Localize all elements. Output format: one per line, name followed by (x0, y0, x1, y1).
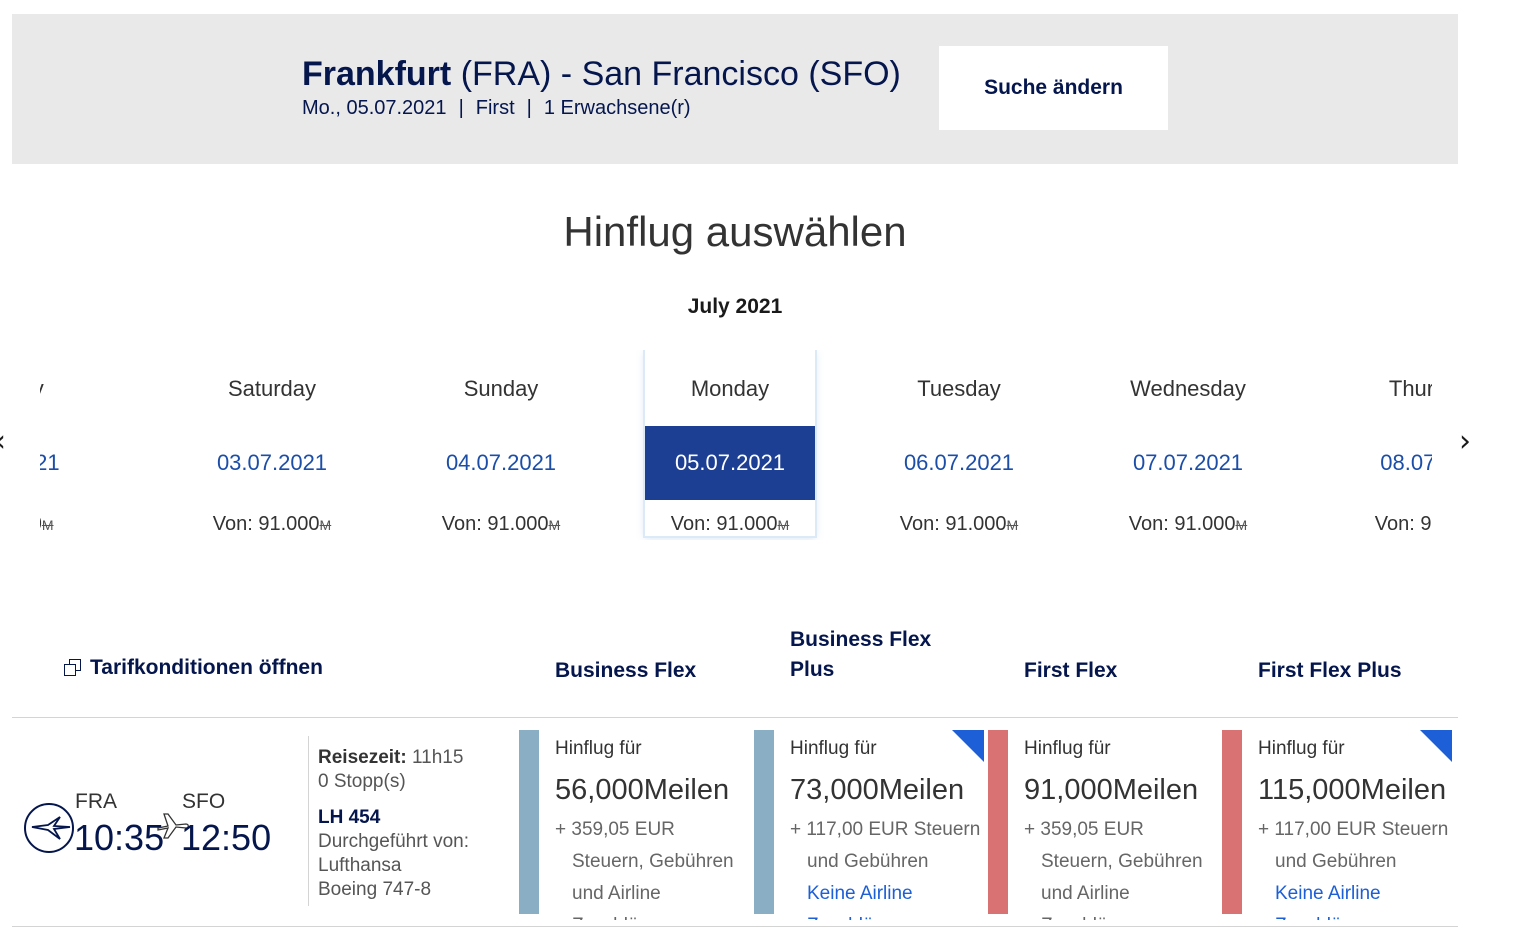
stops: 0 Stopp(s) (318, 771, 406, 792)
fare-miles: 73,000Meilen (790, 774, 965, 806)
departure-airport: FRA (75, 790, 117, 813)
origin-city: Frankfurt (302, 55, 452, 93)
recommended-corner-icon (1420, 730, 1452, 764)
day-name: Monday (690, 376, 770, 401)
miles-unit: M (41, 517, 54, 533)
route-meta: Mo., 05.07.2021 | First | 1 Erwachsene(r) (302, 97, 691, 119)
day-name: Sunday (463, 376, 539, 401)
fare-option[interactable]: Hinflug für 73,000Meilen + 117,00 EUR Steu… (754, 730, 984, 920)
fare-option[interactable]: Hinflug für 115,000Meilen + 117,00 EUR Ste… (1222, 730, 1452, 920)
flight-number[interactable]: LH 454 (318, 806, 469, 830)
day-name: Tuesday (917, 376, 1001, 401)
day-name: Saturday (227, 376, 317, 401)
miles-unit: M (1235, 517, 1248, 533)
flight-info: Reisezeit: 11h15 0 Stopp(s) LH 454 Durch… (318, 746, 469, 902)
destination: San Francisco (SFO) (581, 55, 901, 93)
day-date: 08.07.2 (1380, 450, 1432, 475)
fare-taxes: + 359,05 EUR Steuern, Gebühren und Airline… (555, 819, 734, 920)
lufthansa-crane-icon (24, 803, 74, 853)
day-date: 7.2021 (40, 450, 60, 475)
month-label: July 2021 (687, 295, 783, 318)
route-title: Frankfurt (FRA) - San Francisco (SFO) (302, 54, 901, 94)
day-option[interactable]: Saturday 03.07.2021 Von: 91.000M (187, 350, 357, 536)
day-price: Von: 91.000M (441, 513, 561, 535)
day-price: Von: 91.000M (670, 513, 790, 535)
fare-taxes: + 117,00 EUR Steuern und Gebühren Keine Ai… (790, 819, 981, 920)
day-track: day 7.2021 l.000M Saturday 03.07.2021 Von: 91… (40, 350, 1432, 540)
miles-unit: M (548, 517, 561, 533)
search-cabin: First (475, 97, 515, 119)
fare-color-bar (1222, 730, 1242, 914)
fare-miles: 115,000Meilen (1258, 774, 1447, 806)
day-option[interactable]: Monday 05.07.2021 Von: 91.000M (645, 350, 815, 536)
recommended-corner-icon (952, 730, 984, 764)
day-name: day (40, 376, 111, 402)
fare-color-bar (754, 730, 774, 914)
fare-color-bar (988, 730, 1008, 914)
fare-taxes: + 117,00 EUR Steuern und Gebühren Keine Ai… (1258, 819, 1449, 920)
day-date: 06.07.2021 (903, 450, 1015, 475)
day-option[interactable]: Sunday 04.07.2021 Von: 91.000M (416, 350, 586, 536)
operator: Lufthansa (318, 855, 402, 876)
day-date: 07.07.2021 (1132, 450, 1244, 475)
row-divider-bottom (12, 926, 1458, 927)
miles-unit: M (319, 517, 332, 533)
external-window-icon (64, 659, 81, 676)
arrival-time: 12:50 (181, 817, 272, 858)
fare-color-bar (519, 730, 539, 914)
miles-unit: M (1006, 517, 1019, 533)
day-price: l.000M (40, 512, 111, 537)
date-carousel: ‹ day 7.2021 l.000M Saturday 03.07.2021 Von: … (0, 340, 1471, 550)
duration-label: Reisezeit: (318, 747, 407, 768)
day-price: Von: 91.0 (1374, 513, 1432, 535)
fare-option[interactable]: Hinflug für 56,000Meilen + 359,05 EUR Steue… (519, 730, 749, 920)
fare-miles: 91,000Meilen (1024, 774, 1199, 806)
fare-miles: 56,000Meilen (555, 774, 730, 806)
operated-label: Durchgeführt von: (318, 831, 470, 852)
fare-conditions-link[interactable]: Tarifkonditionen öffnen (64, 656, 323, 680)
fare-header-first-flex-plus: First Flex Plus (1258, 659, 1402, 682)
day-option[interactable]: day 7.2021 l.000M (40, 350, 111, 536)
day-date: 03.07.2021 (216, 450, 328, 475)
day-option[interactable]: Wednesday 07.07.2021 Von: 91.000M (1103, 350, 1273, 536)
chevron-right-icon[interactable]: › (1459, 424, 1471, 459)
departure-time: 10:35 (74, 817, 165, 858)
origin-code: (FRA) (460, 55, 552, 93)
miles-unit: M (777, 517, 790, 533)
fare-header-business-flex: Business Flex (555, 659, 697, 682)
flight-info-divider (308, 736, 309, 906)
fare-header-first-flex: First Flex (1024, 659, 1118, 682)
day-option[interactable]: Tuesday 06.07.2021 Von: 91.000M (874, 350, 1044, 536)
day-name: Wednesday (1130, 376, 1246, 401)
day-name: Thurs (1388, 376, 1432, 401)
fare-label: Hinflug für (790, 738, 877, 759)
day-price: Von: 91.000M (899, 513, 1019, 535)
day-price: Von: 91.000M (212, 513, 332, 535)
row-divider-top (12, 717, 1458, 718)
day-date: 05.07.2021 (645, 426, 815, 500)
search-date: Mo., 05.07.2021 (302, 97, 447, 119)
fare-header-business-flex-plus: Business Flex Plus (790, 628, 932, 681)
chevron-left-icon[interactable]: ‹ (0, 424, 6, 459)
duration-value: 11h15 (411, 747, 464, 768)
search-passengers: 1 Erwachsene(r) (543, 97, 691, 119)
fare-label: Hinflug für (555, 738, 642, 759)
change-search-button[interactable]: Suche ändern (939, 46, 1168, 130)
day-date: 04.07.2021 (445, 450, 557, 475)
day-price: Von: 91.000M (1128, 513, 1248, 535)
page-title: Hinflug auswählen (563, 208, 907, 255)
fare-label: Hinflug für (1024, 738, 1111, 759)
fare-taxes: + 359,05 EUR Steuern, Gebühren und Airline… (1024, 819, 1203, 920)
route-separator: - (560, 55, 573, 93)
day-option[interactable]: Thurs 08.07.2 Von: 91.0 (1332, 350, 1432, 536)
fare-option[interactable]: Hinflug für 91,000Meilen + 359,05 EUR Steue… (988, 730, 1218, 920)
aircraft: Boeing 747-8 (318, 879, 432, 900)
fare-label: Hinflug für (1258, 738, 1345, 759)
